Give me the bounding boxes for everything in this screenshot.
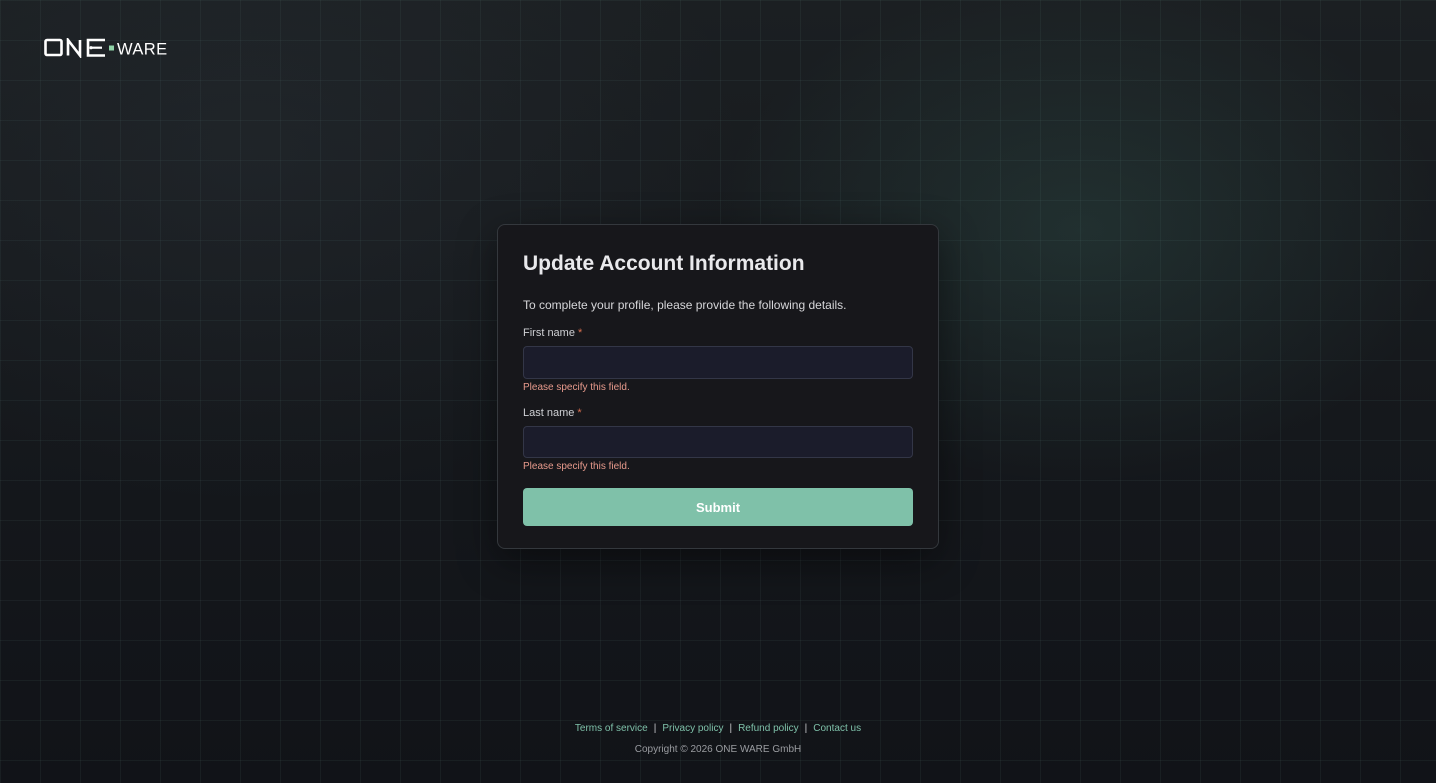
- last-name-label: Last name *: [523, 406, 913, 420]
- required-marker: *: [577, 327, 583, 339]
- first-name-label-text: First name: [523, 327, 575, 339]
- privacy-policy-link[interactable]: Privacy policy: [662, 723, 723, 734]
- submit-button[interactable]: Submit: [523, 488, 913, 526]
- copyright-text: Copyright © 2026 ONE WARE GmbH: [634, 744, 802, 755]
- one-ware-logo-icon: WARE: [44, 38, 168, 59]
- first-name-error: Please specify this field.: [523, 382, 630, 393]
- footer-links: Terms of service | Privacy policy | Refund p…: [0, 723, 1436, 735]
- card-description: To complete your profile, please provide…: [523, 298, 847, 312]
- last-name-field-group: Last name * Please specify this field.: [523, 406, 913, 473]
- footer-separator: |: [729, 723, 733, 734]
- card-title: Update Account Information: [523, 252, 805, 275]
- last-name-label-text: Last name: [523, 407, 575, 419]
- first-name-input[interactable]: [523, 346, 913, 379]
- last-name-error: Please specify this field.: [523, 461, 630, 472]
- footer-separator: |: [653, 723, 657, 734]
- footer-separator: |: [804, 723, 808, 734]
- refund-policy-link[interactable]: Refund policy: [738, 723, 799, 734]
- required-marker: *: [577, 407, 582, 419]
- first-name-label: First name *: [523, 326, 913, 340]
- first-name-field-group: First name * Please specify this field.: [523, 326, 913, 394]
- svg-text:WARE: WARE: [117, 41, 168, 59]
- last-name-input[interactable]: [523, 426, 913, 458]
- brand-logo[interactable]: WARE: [44, 38, 174, 58]
- terms-of-service-link[interactable]: Terms of service: [575, 723, 648, 734]
- contact-us-link[interactable]: Contact us: [813, 723, 861, 734]
- update-account-card: Update Account Information To complete y…: [497, 224, 939, 549]
